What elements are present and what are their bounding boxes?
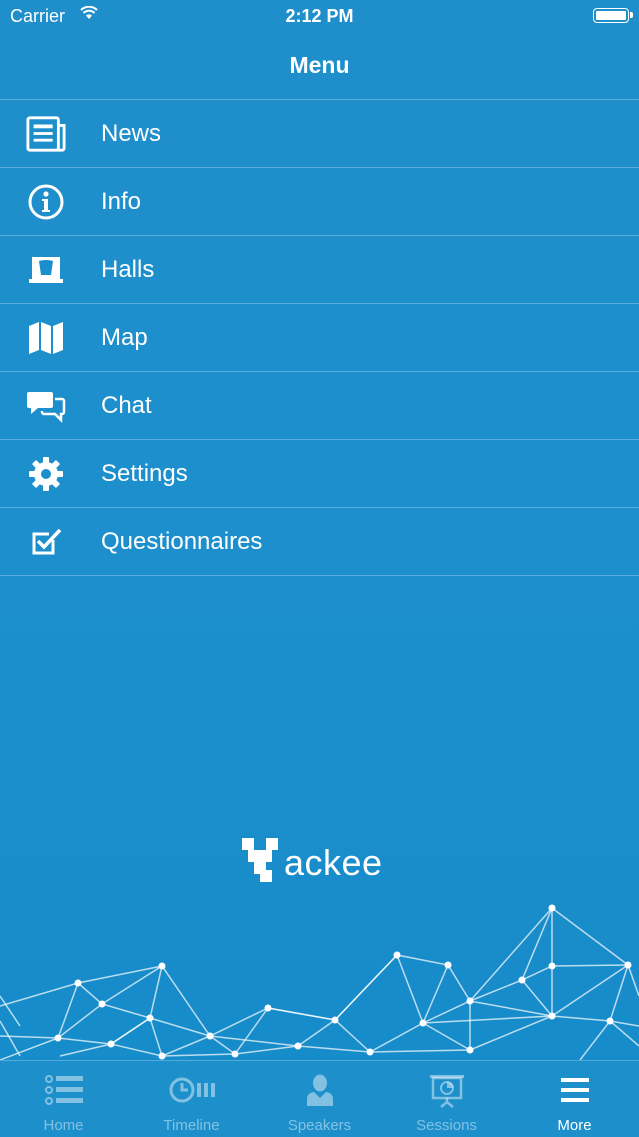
page-title: Menu bbox=[289, 52, 350, 78]
menu-item-label: Map bbox=[101, 324, 148, 351]
tab-more[interactable]: More bbox=[511, 1061, 638, 1137]
menu-item-label: Halls bbox=[101, 256, 155, 283]
list-icon bbox=[0, 1073, 127, 1107]
info-icon bbox=[26, 183, 66, 221]
gear-icon bbox=[26, 455, 66, 493]
newspaper-icon bbox=[26, 115, 66, 153]
tab-label: Sessions bbox=[416, 1117, 477, 1134]
tab-label: Timeline bbox=[163, 1117, 220, 1134]
presentation-icon bbox=[383, 1073, 510, 1108]
menu-item-map[interactable]: Map bbox=[0, 304, 639, 372]
menu-item-questionnaires[interactable]: Questionnaires bbox=[0, 508, 639, 576]
menu-item-settings[interactable]: Settings bbox=[0, 440, 639, 508]
map-icon bbox=[26, 319, 66, 357]
menu-item-label: News bbox=[101, 120, 162, 147]
status-time: 2:12 PM bbox=[285, 6, 354, 26]
checkbox-icon bbox=[26, 523, 66, 561]
tab-sessions[interactable]: Sessions bbox=[383, 1061, 510, 1137]
menu-item-news[interactable]: News bbox=[0, 100, 639, 168]
menu-item-label: Questionnaires bbox=[101, 528, 263, 555]
tab-speakers[interactable]: Speakers bbox=[256, 1061, 383, 1137]
logo-text: ackee bbox=[284, 842, 383, 883]
menu-item-halls[interactable]: Halls bbox=[0, 236, 639, 304]
menu-item-label: Info bbox=[101, 188, 142, 215]
status-bar: Carrier 2:12 PM bbox=[0, 0, 639, 34]
network-decoration bbox=[0, 904, 639, 1060]
tab-bar: Home Timeline Speakers Sessions More bbox=[0, 1060, 639, 1137]
person-icon bbox=[256, 1073, 383, 1107]
menu-list: News Info Halls Map Chat Settings Questi… bbox=[0, 100, 639, 576]
menu-item-label: Settings bbox=[101, 460, 188, 487]
menu-item-info[interactable]: Info bbox=[0, 168, 639, 236]
hamburger-icon bbox=[511, 1073, 638, 1107]
tab-timeline[interactable]: Timeline bbox=[128, 1061, 255, 1137]
chat-icon bbox=[26, 387, 66, 425]
tab-label: More bbox=[557, 1117, 592, 1134]
tab-label: Home bbox=[43, 1117, 84, 1134]
timeline-icon bbox=[128, 1073, 255, 1107]
ackee-logo-icon bbox=[242, 838, 278, 882]
menu-item-chat[interactable]: Chat bbox=[0, 372, 639, 440]
menu-item-label: Chat bbox=[101, 392, 152, 419]
tab-home[interactable]: Home bbox=[0, 1061, 127, 1137]
battery-icon bbox=[593, 8, 633, 23]
ackee-logo: ackee bbox=[242, 838, 402, 884]
stage-icon bbox=[26, 251, 66, 289]
navigation-bar: Menu bbox=[0, 34, 639, 100]
tab-label: Speakers bbox=[287, 1117, 352, 1134]
